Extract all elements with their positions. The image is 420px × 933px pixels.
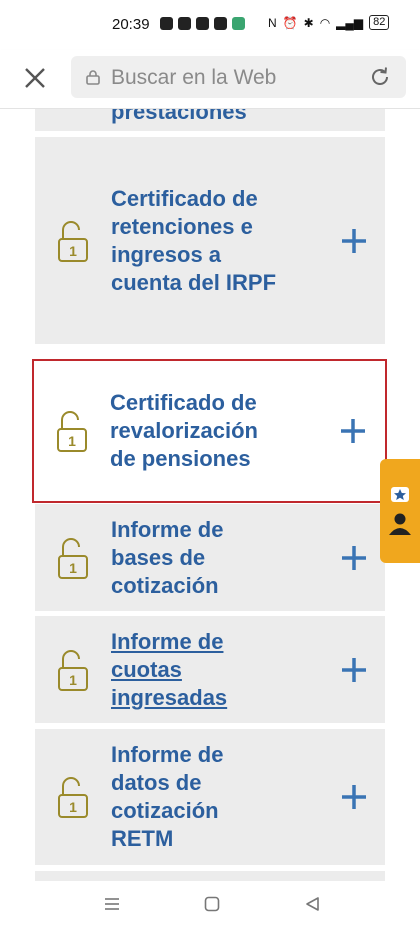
list-item-partial[interactable] <box>35 871 385 881</box>
whatsapp-icon <box>160 17 173 30</box>
back-icon[interactable] <box>303 895 321 913</box>
padlock-number: 1 <box>69 243 77 259</box>
list-item[interactable]: 1 Informe de cuotas ingresadas <box>35 616 385 723</box>
menu-icon[interactable] <box>103 895 121 913</box>
close-button[interactable] <box>20 63 50 93</box>
system-icons: N ⏰ ✱ ◠ ▂▄▆ 82 <box>268 15 390 30</box>
padlock-level-icon: 1 <box>58 220 88 262</box>
expand-plus-icon[interactable] <box>341 545 367 571</box>
reload-icon[interactable] <box>368 65 392 89</box>
signal-icon: ▂▄▆ <box>336 15 364 30</box>
padlock-level-icon: 1 <box>58 777 88 818</box>
alarm-icon: ⏰ <box>282 15 298 30</box>
status-time: 20:39 <box>112 16 150 33</box>
expand-plus-icon[interactable] <box>341 784 367 810</box>
list-item[interactable]: 1 Certificado de retenciones e ingresos a… <box>35 137 385 344</box>
item-title: Informe de datos de cotización RETM <box>111 742 224 851</box>
battery-indicator: 82 <box>369 15 390 30</box>
padlock-level-icon: 1 <box>58 649 88 691</box>
search-bar[interactable]: Buscar en la Web <box>71 56 406 98</box>
list-item[interactable]: 1 Informe de bases de cotización <box>35 504 385 611</box>
assistant-icon <box>389 487 411 535</box>
list-item-partial[interactable]: prestaciones <box>35 109 385 131</box>
certificate-list: prestaciones 1 Certificado de retenciones… <box>0 109 420 881</box>
status-bar: 20:39 N ⏰ ✱ ◠ ▂▄▆ 82 <box>0 0 420 50</box>
item-title: Certificado de retenciones e ingresos a … <box>111 185 277 295</box>
expand-plus-icon[interactable] <box>340 418 366 444</box>
padlock-number: 1 <box>68 433 76 449</box>
expand-plus-icon[interactable] <box>341 228 367 254</box>
browser-toolbar: Buscar en la Web <box>0 50 420 109</box>
expand-plus-icon[interactable] <box>341 657 367 683</box>
home-icon[interactable] <box>203 895 221 913</box>
padlock-number: 1 <box>69 672 77 688</box>
bluetooth-icon: ✱ <box>303 15 314 30</box>
nfc-icon: N <box>268 15 277 30</box>
item-title: Certificado de revalorización de pension… <box>110 390 258 471</box>
search-placeholder: Buscar en la Web <box>111 66 277 89</box>
item-title: prestaciones <box>111 109 247 124</box>
padlock-level-icon: 1 <box>58 537 88 579</box>
app-notification-icon <box>178 17 191 30</box>
close-icon <box>25 68 45 88</box>
system-navigation-bar <box>0 881 420 933</box>
padlock-number: 1 <box>69 799 77 815</box>
wifi-icon: ◠ <box>319 15 331 30</box>
app-notification-icon <box>196 17 209 30</box>
list-item[interactable]: 1 Informe de datos de cotización RETM <box>35 729 385 865</box>
app-notification-icon <box>214 17 227 30</box>
lock-icon <box>86 70 100 85</box>
padlock-level-icon: 1 <box>57 411 87 452</box>
item-title: Informe de bases de cotización <box>111 516 224 598</box>
download-icon <box>232 17 245 30</box>
help-assistant-button[interactable] <box>380 459 420 563</box>
padlock-number: 1 <box>69 560 77 576</box>
item-title[interactable]: Informe de cuotas ingresadas <box>111 628 281 712</box>
list-item[interactable]: 1 Certificado de revalorización de pensio… <box>32 359 387 503</box>
notification-icons <box>160 17 245 30</box>
